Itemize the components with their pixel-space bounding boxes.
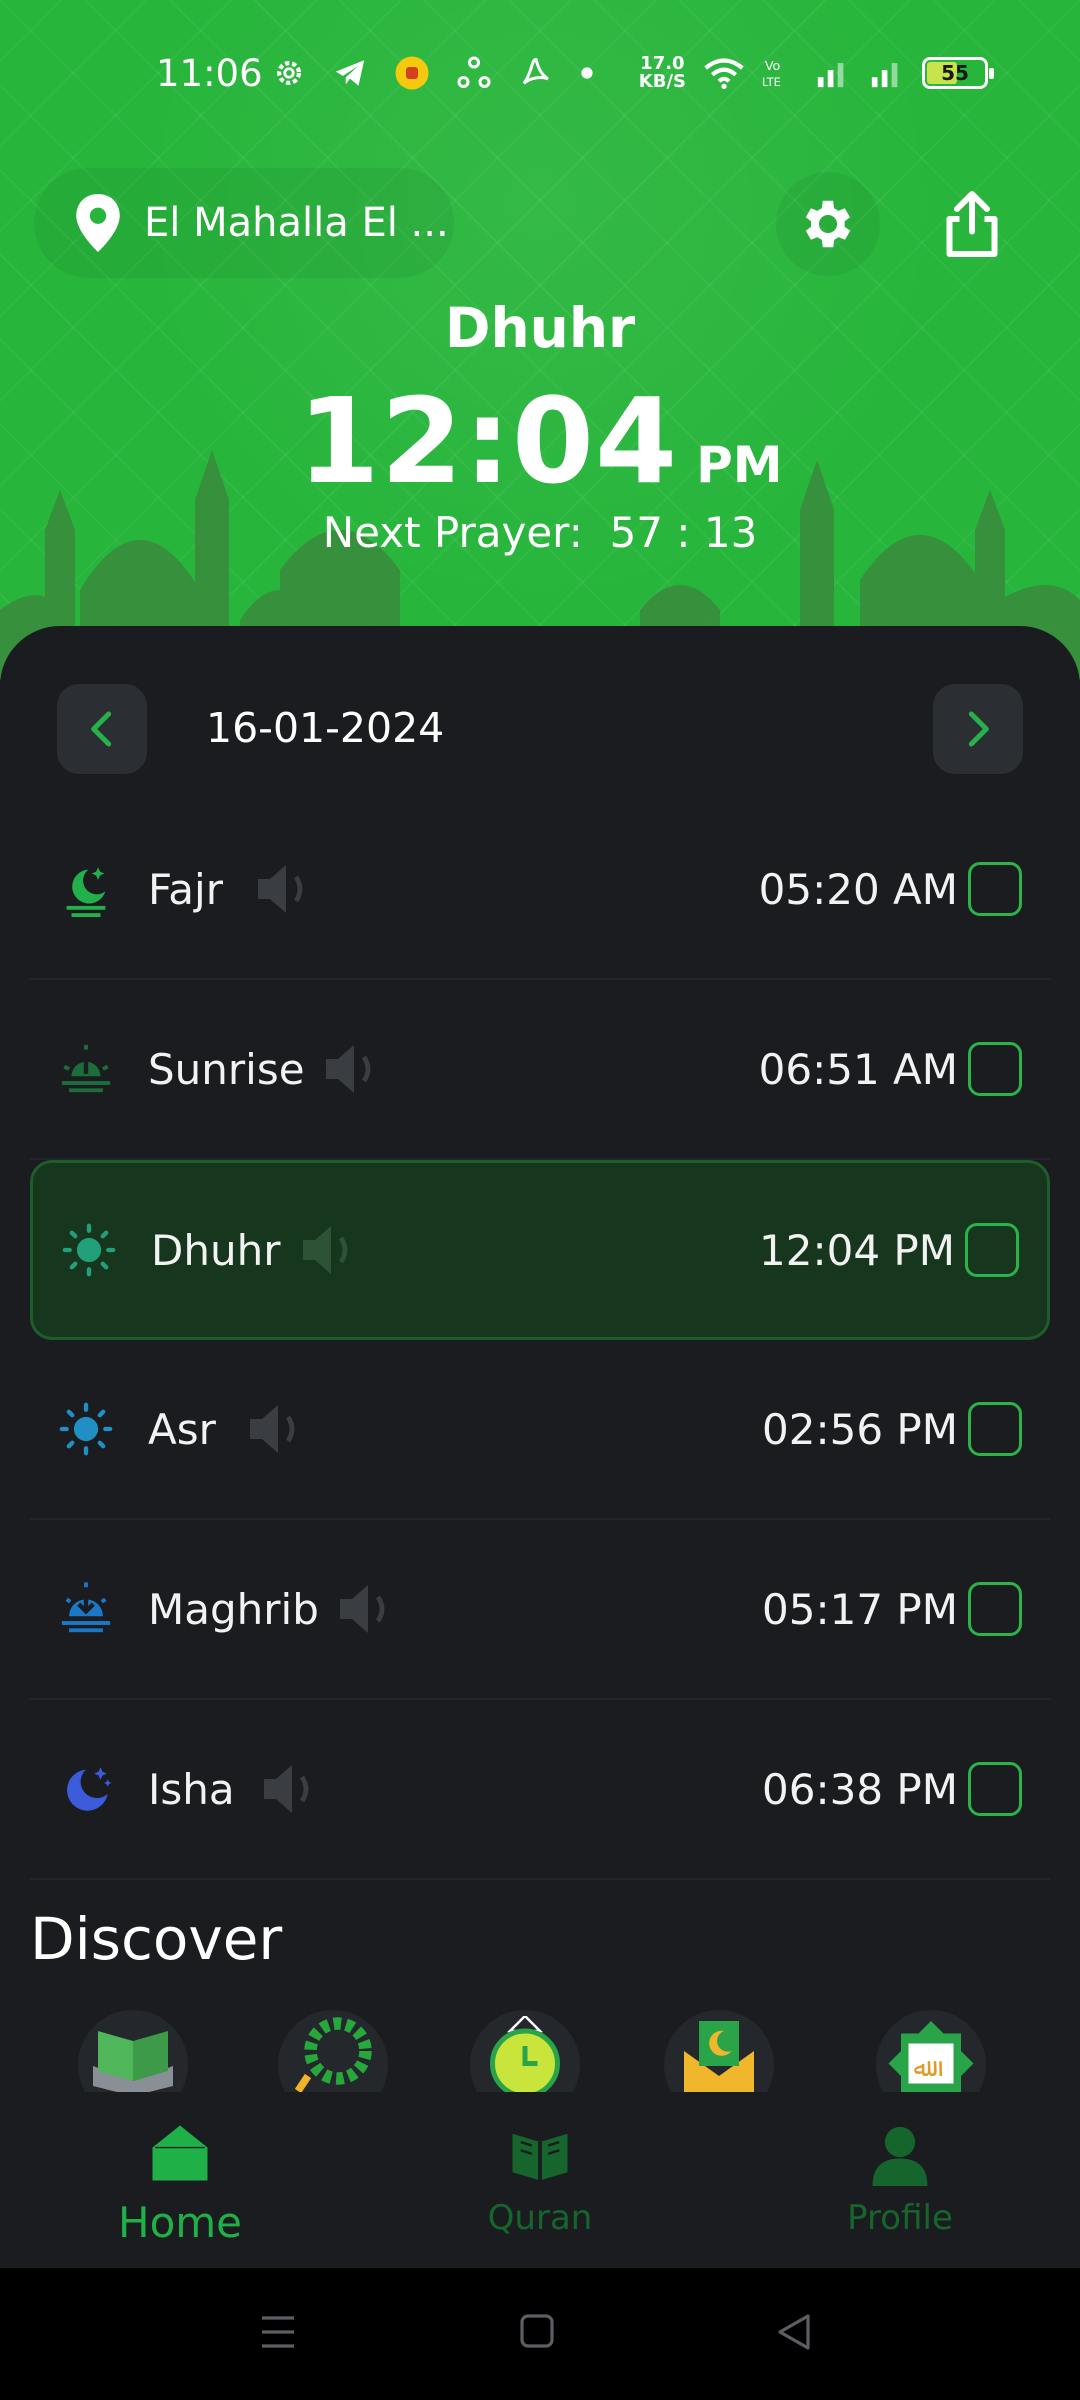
selected-date[interactable]: 16-01-2024 [206,704,444,752]
battery-indicator: 55 [922,57,994,89]
allah-emblem-icon[interactable]: ﷲ [876,2010,986,2094]
chevron-left-icon [91,711,112,747]
location-pin-icon [76,194,120,252]
current-prayer-time: 12:04 PM [0,372,1080,510]
signal-icon [817,63,844,88]
current-time-value: 12:04 [297,372,679,510]
prayer-list: Fajr 05:20 AM Sunrise 06:51 AM Dhuhr 12:… [30,800,1050,1880]
prayer-time: 06:51 AM [758,1044,958,1094]
mosque-envelope-icon[interactable] [664,2010,774,2094]
bottom-navigation: Home Quran Profile [0,2092,1080,2268]
prayer-row-dhuhr[interactable]: Dhuhr 12:04 PM [30,1160,1050,1340]
svg-text:Vo: Vo [765,59,781,74]
dhuhr-icon [59,1220,119,1280]
prayer-name: Dhuhr [151,1225,281,1275]
prayer-time: 12:04 PM [759,1225,955,1275]
isha-icon [56,1759,116,1819]
nav-quran[interactable]: Quran [420,2120,660,2238]
nav-home-label: Home [117,2198,243,2247]
prayer-row-asr[interactable]: Asr 02:56 PM [30,1340,1050,1520]
battery-level: 55 [941,61,969,85]
prayer-name: Isha [148,1764,235,1814]
nav-profile[interactable]: Profile [780,2120,1020,2238]
volte-icon: VoLTE [762,59,781,89]
notification-icons [272,55,594,91]
previous-day-button[interactable] [57,684,147,774]
profile-icon [872,2126,928,2186]
maghrib-icon [56,1579,116,1639]
speaker-icon[interactable] [332,1579,396,1639]
nav-profile-label: Profile [847,2198,953,2238]
speaker-icon[interactable] [242,1399,306,1459]
system-status-icons: 17.0 KB/S Vo LTE 55 [639,55,994,91]
tasbih-beads-icon[interactable] [278,2010,388,2094]
next-prayer-label: Next Prayer: [322,508,583,557]
speaker-icon[interactable] [250,859,314,919]
svg-text:LTE: LTE [762,75,781,89]
speaker-icon[interactable] [256,1759,320,1819]
speaker-icon[interactable] [295,1220,359,1280]
current-prayer-name: Dhuhr [444,296,636,360]
prayer-row-fajr[interactable]: Fajr 05:20 AM [30,800,1050,980]
prayer-time: 02:56 PM [762,1404,958,1454]
discover-title: Discover [30,1905,283,1973]
discover-row: ﷲ [0,2010,1080,2094]
chevron-right-icon [968,711,989,747]
header-banner: 11:06 17.0 KB/S Vo LTE 55 El Mahalla El .… [0,0,1080,680]
next-day-button[interactable] [933,684,1023,774]
current-time-ampm: PM [696,436,783,494]
home-icon [152,2125,208,2181]
telegram-icon [335,60,365,86]
next-prayer-countdown: Next Prayer: 57 : 13 [0,508,1080,557]
status-time: 11:06 [156,51,263,95]
prayer-time: 05:20 AM [758,864,958,914]
gear-icon [805,200,851,248]
prayer-time: 05:17 PM [762,1584,958,1634]
sunrise-icon [56,1039,116,1099]
clock-icon[interactable] [470,2010,580,2094]
home-square-icon[interactable] [518,2310,558,2354]
share-icon [946,191,998,257]
quran-book-icon[interactable] [78,2010,188,2094]
settings-button[interactable] [776,172,880,276]
prayer-time: 06:38 PM [762,1764,958,1814]
system-navigation-bar [0,2268,1080,2400]
net-speed-unit: KB/S [638,71,686,92]
asr-icon [56,1399,116,1459]
prayer-name: Maghrib [148,1584,319,1634]
location-name: El Mahalla El ... [144,200,449,246]
location-selector[interactable]: El Mahalla El ... [34,168,454,278]
nav-home[interactable]: Home [60,2120,300,2247]
menu-icon[interactable] [258,2310,298,2354]
signal-icon-2 [871,63,898,88]
prayer-checkbox[interactable] [968,862,1022,916]
prayer-row-isha[interactable]: Isha 06:38 PM [30,1700,1050,1880]
fajr-icon [56,859,116,919]
prayer-name: Asr [148,1404,216,1454]
date-navigator: 16-01-2024 [0,684,1080,774]
prayer-checkbox[interactable] [968,1402,1022,1456]
share-button[interactable] [920,172,1024,276]
prayer-checkbox[interactable] [968,1582,1022,1636]
prayer-checkbox[interactable] [965,1223,1019,1277]
app-notification-icon [395,56,429,90]
next-prayer-time: 57 : 13 [609,508,758,557]
share-app-icon [457,56,491,88]
dot-icon [581,67,593,79]
speaker-icon[interactable] [318,1039,382,1099]
prayer-checkbox[interactable] [968,1042,1022,1096]
prayer-name: Fajr [148,864,223,914]
net-speed: 17.0 KB/S [639,55,686,91]
back-icon[interactable] [774,2310,814,2354]
acrobat-icon [522,57,549,85]
prayer-checkbox[interactable] [968,1762,1022,1816]
prayer-name: Sunrise [148,1044,305,1094]
nav-quran-label: Quran [487,2198,593,2238]
status-bar: 11:06 17.0 KB/S Vo LTE 55 [0,40,1080,106]
quran-book-icon [512,2133,568,2181]
prayer-row-sunrise[interactable]: Sunrise 06:51 AM [30,980,1050,1160]
prayer-row-maghrib[interactable]: Maghrib 05:17 PM [30,1520,1050,1700]
gear-notification-icon [276,60,302,86]
wifi-icon [704,58,744,89]
